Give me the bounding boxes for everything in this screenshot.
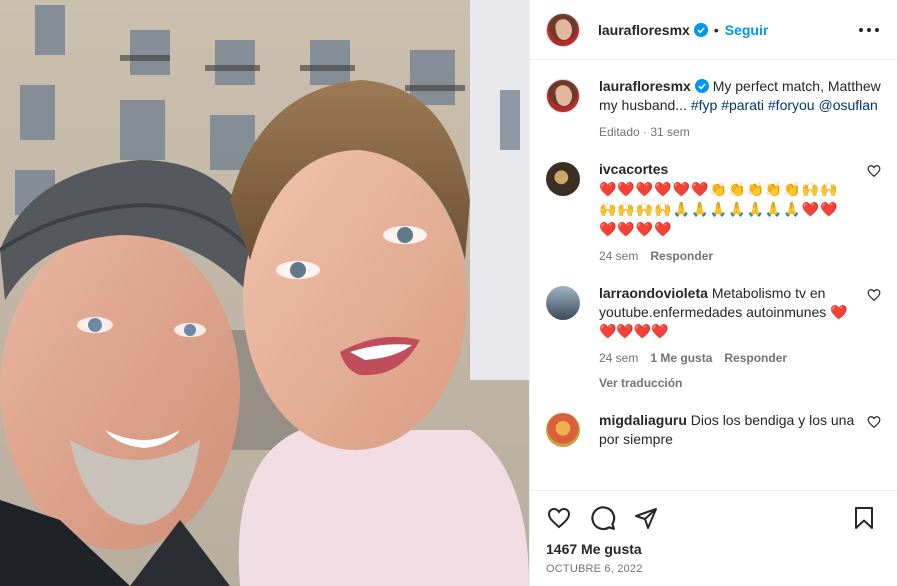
comment-like-heart-icon[interactable] — [867, 415, 881, 429]
action-bar — [546, 505, 881, 531]
comment-icon[interactable] — [590, 505, 618, 531]
comment-item: ivcacortes ❤️❤️❤️❤️❤️❤️👏👏👏👏👏🙌🙌🙌🙌🙌🙌🙏🙏🙏🙏🙏🙏… — [546, 160, 881, 266]
more-options-icon[interactable] — [857, 18, 881, 42]
post-image — [0, 0, 529, 586]
commenter-username[interactable]: ivcacortes — [599, 161, 668, 177]
comment-like-heart-icon[interactable] — [867, 164, 881, 178]
caption-avatar[interactable] — [546, 79, 580, 113]
verified-badge-icon — [693, 22, 708, 37]
follow-button[interactable]: Seguir — [725, 22, 769, 38]
hashtag-parati[interactable]: #parati — [721, 97, 764, 113]
caption-edited-time: Editado · 31 sem — [599, 125, 690, 139]
author-avatar[interactable] — [546, 12, 580, 47]
comment-like-heart-icon[interactable] — [867, 288, 881, 302]
comment-time[interactable]: 24 sem — [599, 247, 638, 266]
comments-list[interactable]: laurafloresmx My perfect match, Matthew … — [530, 61, 897, 490]
commenter-username[interactable]: larraondovioleta — [599, 285, 708, 301]
post-header: laurafloresmx • Seguir — [530, 0, 897, 60]
commenter-avatar[interactable] — [546, 413, 580, 447]
caption-username[interactable]: laurafloresmx — [599, 78, 691, 94]
commenter-avatar[interactable] — [546, 286, 580, 320]
comment-item: larraondovioleta Metabolismo tv en youtu… — [546, 284, 881, 393]
comment-likes-count[interactable]: 1 Me gusta — [650, 349, 712, 368]
mention-osuflan[interactable]: @osuflan — [818, 97, 877, 113]
bookmark-icon[interactable] — [853, 505, 881, 531]
commenter-username[interactable]: migdaliaguru — [599, 412, 687, 428]
see-translation-link[interactable]: Ver traducción — [599, 374, 855, 393]
reply-button[interactable]: Responder — [724, 349, 787, 368]
likes-count[interactable]: 1467 Me gusta — [546, 541, 881, 557]
comment-time[interactable]: 24 sem — [599, 349, 638, 368]
commenter-avatar[interactable] — [546, 162, 580, 196]
header-separator: • — [713, 21, 719, 38]
comment-item: migdaliaguru Dios los bendiga y los una … — [546, 411, 881, 449]
post-footer: 1467 Me gusta OCTUBRE 6, 2022 — [530, 490, 897, 586]
caption-meta: Editado · 31 sem — [599, 123, 881, 142]
verified-badge-icon — [694, 79, 709, 93]
hashtag-fyp[interactable]: #fyp — [691, 97, 717, 113]
comment-text: ❤️❤️❤️❤️❤️❤️👏👏👏👏👏🙌🙌🙌🙌🙌🙌🙏🙏🙏🙏🙏🙏🙏❤️❤️❤️❤️❤️… — [599, 181, 839, 237]
heart-icon[interactable] — [546, 505, 574, 531]
post-caption: laurafloresmx My perfect match, Matthew … — [546, 77, 881, 142]
reply-button[interactable]: Responder — [650, 247, 713, 266]
post-date[interactable]: OCTUBRE 6, 2022 — [546, 563, 881, 575]
author-username[interactable]: laurafloresmx — [598, 22, 690, 38]
post-sidebar: laurafloresmx • Seguir laurafloresmx My … — [529, 0, 897, 586]
post-photo[interactable] — [0, 0, 529, 586]
hashtag-foryou[interactable]: #foryou — [768, 97, 815, 113]
share-icon[interactable] — [634, 505, 662, 531]
